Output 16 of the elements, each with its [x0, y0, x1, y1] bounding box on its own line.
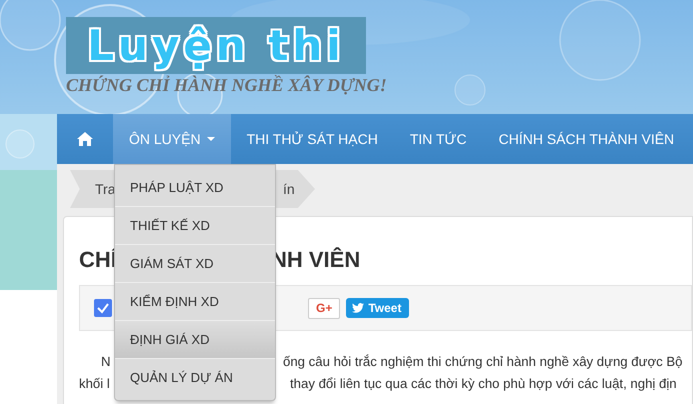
paragraph-text: khối l [79, 376, 110, 391]
caret-icon [206, 137, 215, 141]
home-icon [76, 131, 94, 147]
nav-menu-item[interactable]: THI THỬ SÁT HẠCH [230, 114, 394, 164]
check-icon[interactable] [94, 299, 112, 317]
google-plus-button[interactable]: G+ [308, 298, 340, 318]
paragraph-text: thay đổi liên tục qua các thời kỳ cho phù hợp với các luật, nghị địn [290, 375, 677, 393]
dropdown-item[interactable]: THIẾT KẾ XD [115, 206, 275, 244]
breadcrumb-item: ín [283, 181, 295, 197]
dropdown-item[interactable]: GIÁM SÁT XD [115, 244, 275, 282]
bird-icon [352, 303, 364, 313]
paragraph-text: N [101, 354, 111, 369]
dropdown-item[interactable]: ĐỊNH GIÁ XD [115, 320, 275, 358]
dropdown-item[interactable]: QUẢN LÝ DỰ ÁN [115, 358, 275, 396]
paragraph-text: ống câu hỏi trắc nghiệm thi chứng chỉ hành nghề xây dựng được Bộ [283, 353, 683, 371]
dropdown-item[interactable]: PHÁP LUẬT XD [115, 169, 275, 206]
